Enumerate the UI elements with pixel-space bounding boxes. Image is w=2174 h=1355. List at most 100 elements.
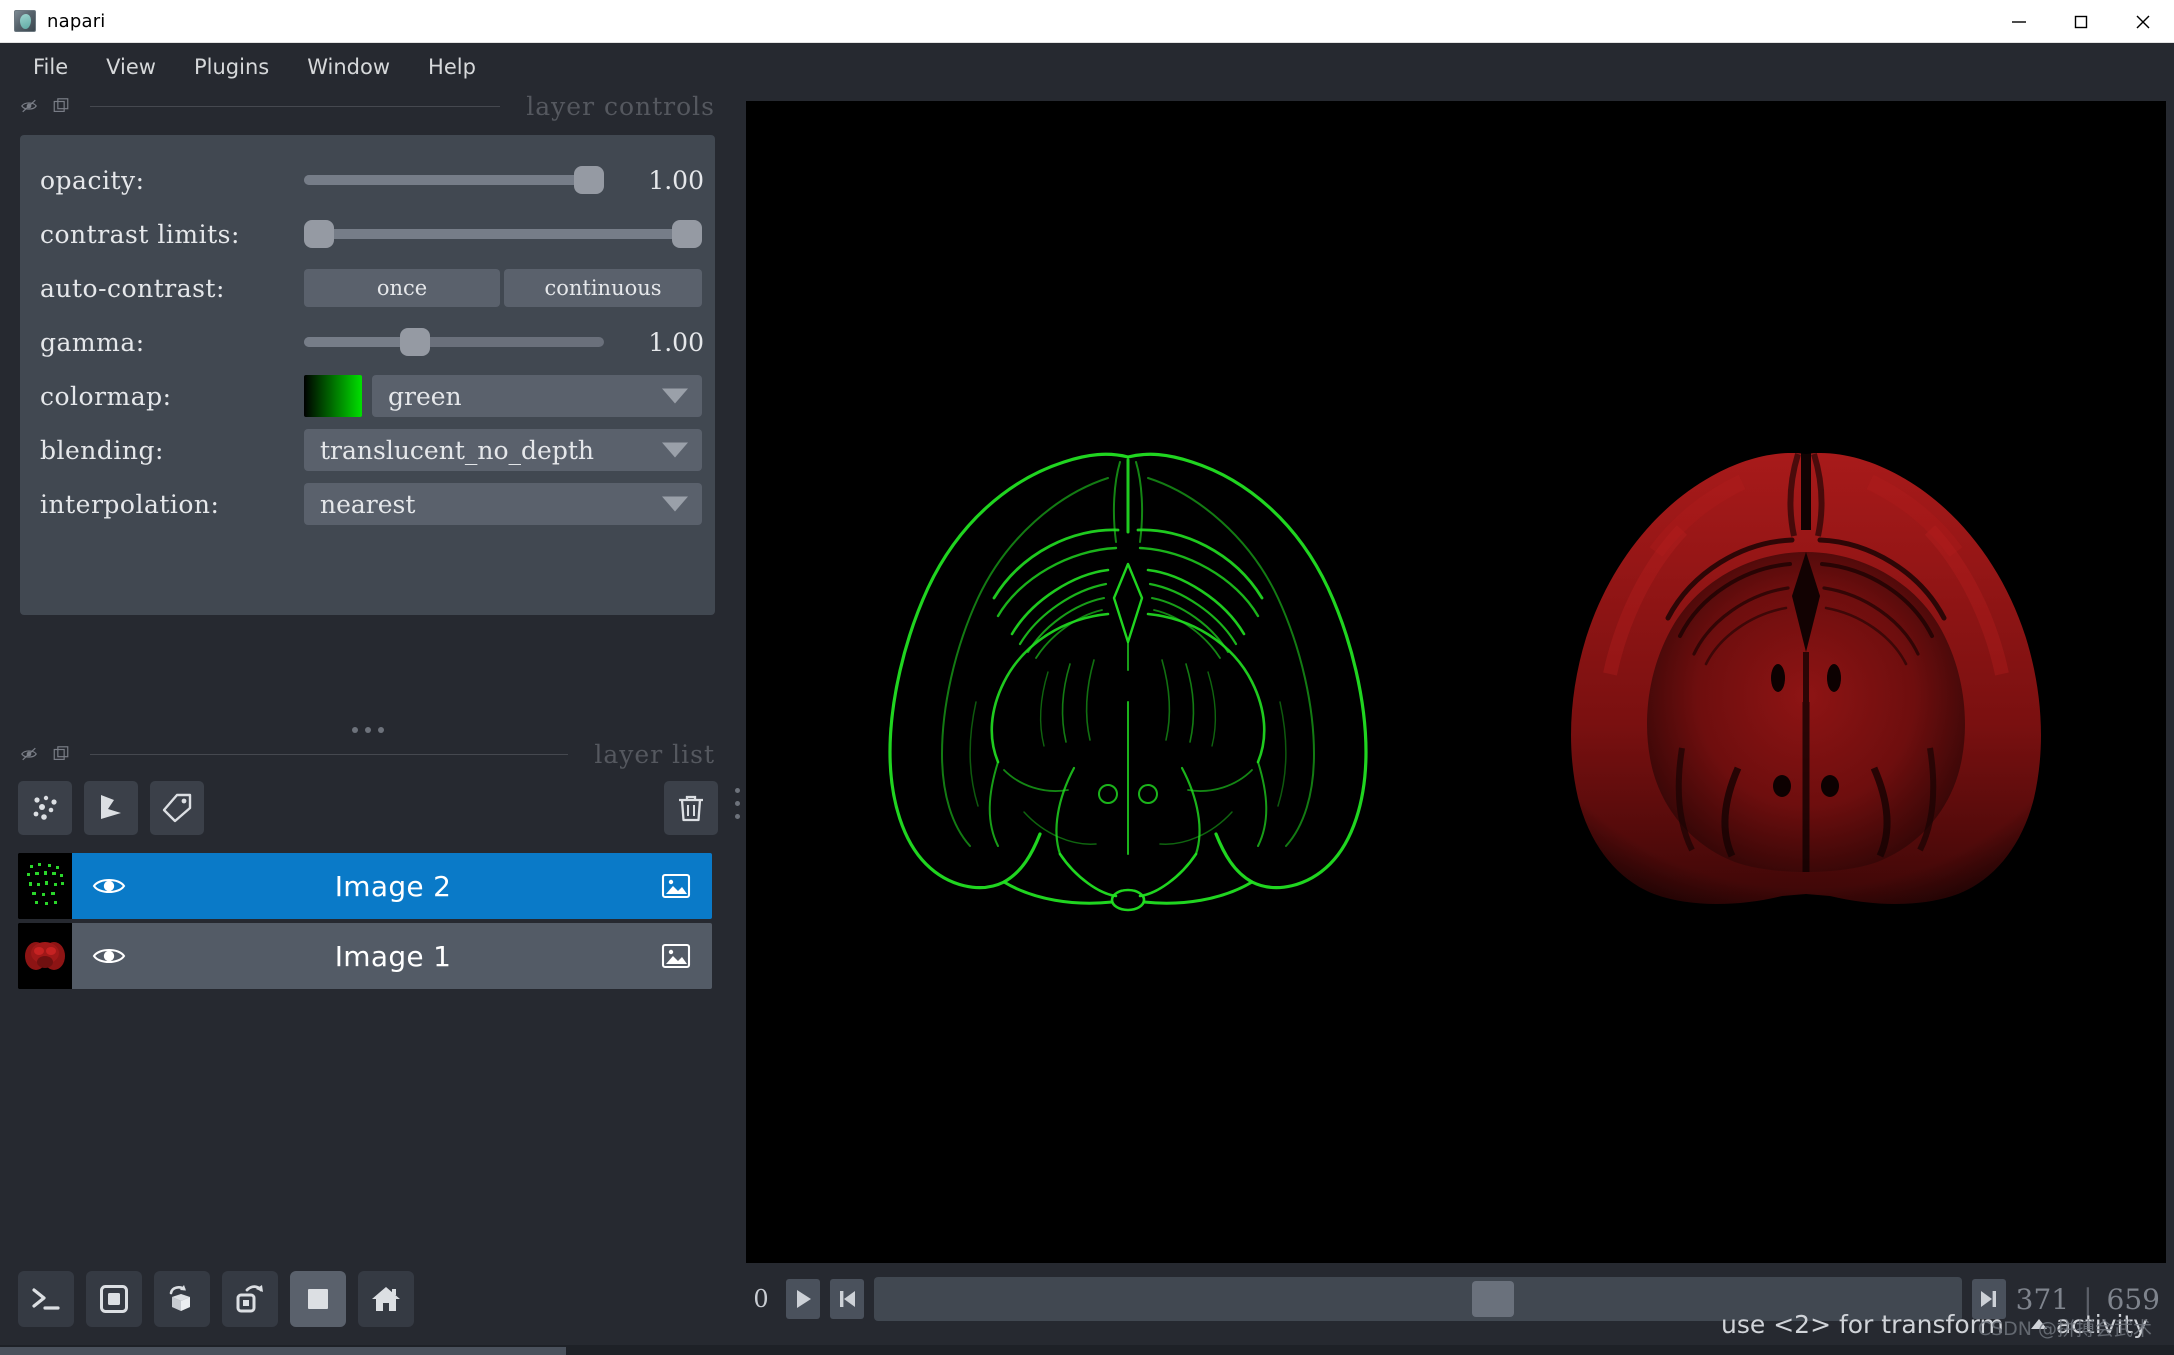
colormap-row: colormap: green <box>40 369 702 423</box>
brain-slice-green <box>808 402 1448 962</box>
float-dock-icon[interactable] <box>52 745 70 763</box>
close-button[interactable] <box>2112 0 2174 43</box>
delete-layer-button[interactable] <box>664 781 718 835</box>
layer-row-body[interactable]: Image 2 <box>72 853 712 919</box>
trash-icon <box>679 795 703 822</box>
labels-tag-icon <box>162 793 192 823</box>
home-icon <box>372 1287 400 1311</box>
gamma-row: gamma: 1.00 <box>40 315 704 369</box>
opacity-label: opacity: <box>40 165 145 195</box>
blending-value: translucent_no_depth <box>320 435 594 465</box>
interpolation-dropdown[interactable]: nearest <box>304 483 702 525</box>
grid-view-button[interactable] <box>290 1271 346 1327</box>
blending-label: blending: <box>40 435 164 465</box>
chevron-down-icon <box>662 442 688 458</box>
layer-controls-title: layer controls <box>526 91 715 121</box>
auto-contrast-row: auto-contrast: once continuous <box>40 261 702 315</box>
menu-plugins[interactable]: Plugins <box>177 49 286 85</box>
contrast-limits-slider[interactable] <box>304 220 702 248</box>
colormap-dropdown[interactable]: green <box>372 375 702 417</box>
activity-label: activity <box>2055 1309 2148 1339</box>
gamma-slider[interactable] <box>304 328 604 356</box>
header-divider <box>90 105 501 107</box>
roll-dimensions-button[interactable] <box>154 1271 210 1327</box>
opacity-slider[interactable] <box>304 166 604 194</box>
layer-list-title: layer list <box>594 739 715 769</box>
contrast-low-handle[interactable] <box>304 220 334 248</box>
image-layer-icon <box>661 943 691 969</box>
layer-tools-bar <box>18 781 718 843</box>
colormap-swatch <box>304 375 362 417</box>
header-divider <box>90 753 569 755</box>
colormap-value: green <box>388 381 462 411</box>
hide-dock-eye-icon[interactable] <box>20 97 38 115</box>
contrast-limits-row: contrast limits: <box>40 207 702 261</box>
reset-view-home-button[interactable] <box>358 1271 414 1327</box>
activity-button[interactable]: activity <box>2030 1310 2148 1339</box>
hide-dock-eye-icon[interactable] <box>20 745 38 763</box>
minimize-button[interactable] <box>1988 0 2050 43</box>
new-shapes-layer-button[interactable] <box>84 781 138 835</box>
auto-contrast-continuous-button[interactable]: continuous <box>504 269 702 307</box>
menu-window[interactable]: Window <box>290 49 407 85</box>
brain-slice-red <box>1486 402 2126 962</box>
interpolation-label: interpolation: <box>40 489 220 519</box>
visibility-eye-icon[interactable] <box>92 939 126 973</box>
menu-file[interactable]: File <box>16 49 85 85</box>
square-2d-icon <box>100 1285 128 1313</box>
menu-view[interactable]: View <box>89 49 173 85</box>
window-titlebar: napari <box>0 0 2174 43</box>
console-button[interactable] <box>18 1271 74 1327</box>
grid-square-icon <box>308 1289 328 1309</box>
window-controls <box>1988 0 2174 43</box>
maximize-button[interactable] <box>2050 0 2112 43</box>
auto-contrast-once-button[interactable]: once <box>304 269 500 307</box>
opacity-row: opacity: 1.00 <box>40 153 704 207</box>
layer-row-body[interactable]: Image 1 <box>72 923 712 989</box>
chevron-down-icon <box>662 388 688 404</box>
contrast-high-handle[interactable] <box>672 220 702 248</box>
left-dock: layer controls opacity: 1.00 contrast li… <box>0 91 740 1355</box>
new-points-layer-button[interactable] <box>18 781 72 835</box>
layer-row[interactable]: Image 1 <box>18 923 712 989</box>
viewer-area: 0 371 | 659 use <2> for transform activi… <box>746 101 2166 1355</box>
new-labels-layer-button[interactable] <box>150 781 204 835</box>
toggle-ndisplay-2d-button[interactable] <box>86 1271 142 1327</box>
transpose-dimensions-button[interactable] <box>222 1271 278 1327</box>
gamma-value: 1.00 <box>648 327 704 357</box>
layer-controls-header: layer controls <box>0 91 735 121</box>
window-title: napari <box>47 10 106 32</box>
main-body: layer controls opacity: 1.00 contrast li… <box>0 91 2174 1355</box>
square-transpose-icon <box>236 1285 263 1313</box>
gamma-label: gamma: <box>40 327 145 357</box>
layer-row[interactable]: Image 2 <box>18 853 712 919</box>
viewer-buttons-bar <box>18 1271 414 1333</box>
horizontal-scrollbar[interactable] <box>0 1347 566 1355</box>
points-icon <box>33 795 57 820</box>
napari-logo-icon <box>14 10 36 32</box>
menu-help[interactable]: Help <box>411 49 493 85</box>
interpolation-row: interpolation: nearest <box>40 477 702 531</box>
layer-thumbnail <box>18 853 72 919</box>
float-dock-icon[interactable] <box>52 97 70 115</box>
napari-window: napari File View Plugins Window Help lay… <box>0 0 2174 1355</box>
chevron-down-icon <box>662 496 688 512</box>
auto-contrast-label: auto-contrast: <box>40 273 225 303</box>
shapes-icon <box>101 795 121 819</box>
layer-list-header: layer list <box>0 739 735 769</box>
colormap-label: colormap: <box>40 381 172 411</box>
layer-name: Image 1 <box>334 939 452 973</box>
image-layer-icon <box>661 873 691 899</box>
dock-splitter-handle[interactable] <box>0 721 735 739</box>
image-canvas[interactable] <box>746 101 2166 1263</box>
status-hint-text: use <2> for transform <box>1721 1309 2004 1339</box>
layer-list-header-wrap: layer list <box>0 739 735 769</box>
dock-vertical-splitter[interactable] <box>730 776 744 830</box>
layer-list: Image 2 Image 1 <box>18 853 712 993</box>
contrast-limits-label: contrast limits: <box>40 219 240 249</box>
cube-roll-icon <box>169 1285 190 1311</box>
layer-name: Image 2 <box>334 869 452 903</box>
blending-dropdown[interactable]: translucent_no_depth <box>304 429 702 471</box>
layer-thumbnail <box>18 923 72 989</box>
visibility-eye-icon[interactable] <box>92 869 126 903</box>
